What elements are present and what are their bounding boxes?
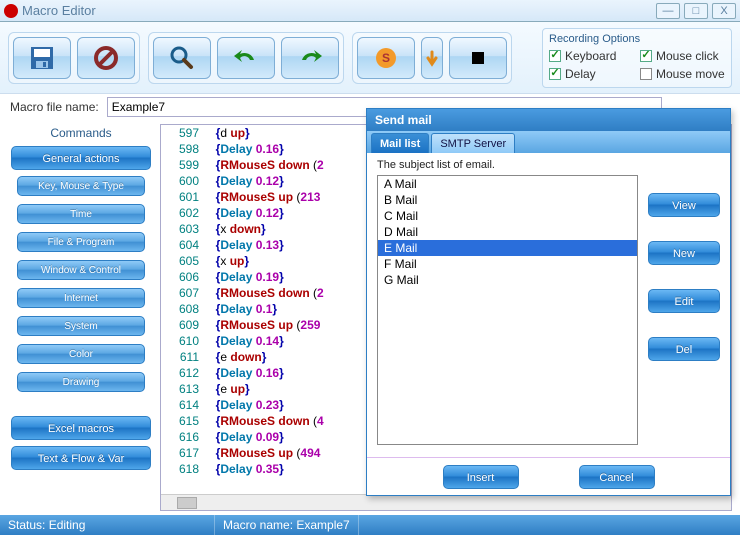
- app-icon: [4, 4, 18, 18]
- stop-button[interactable]: [449, 37, 507, 79]
- sidebar-item-window-control[interactable]: Window & Control: [17, 260, 145, 280]
- cancel-button[interactable]: [77, 37, 135, 79]
- list-item[interactable]: E Mail: [378, 240, 637, 256]
- insert-button[interactable]: Insert: [443, 465, 519, 489]
- tab-mail-list[interactable]: Mail list: [371, 133, 429, 153]
- recording-options: Recording Options ✓Keyboard ✓Mouse click…: [542, 28, 732, 88]
- checkbox-mouse-move[interactable]: ✓Mouse move: [640, 67, 725, 81]
- close-button[interactable]: X: [712, 3, 736, 19]
- sidebar-item-text-flow-var[interactable]: Text & Flow & Var: [11, 446, 151, 470]
- prohibit-icon: [92, 44, 120, 72]
- status-macro-name: Macro name: Example7: [215, 515, 359, 535]
- macro-file-label: Macro file name:: [10, 100, 99, 114]
- search-icon: [168, 44, 196, 72]
- stop-icon: [464, 44, 492, 72]
- view-button[interactable]: View: [648, 193, 720, 217]
- save-button[interactable]: [13, 37, 71, 79]
- search-button[interactable]: [153, 37, 211, 79]
- sidebar-heading: Commands: [8, 126, 154, 140]
- toolbar-record-group: S: [352, 32, 512, 84]
- redo-icon: [296, 44, 324, 72]
- checkbox-mouse-click[interactable]: ✓Mouse click: [640, 49, 725, 63]
- sidebar-item-excel-macros[interactable]: Excel macros: [11, 416, 151, 440]
- horizontal-scrollbar[interactable]: [161, 494, 731, 510]
- list-item[interactable]: F Mail: [378, 256, 637, 272]
- arrow-down-icon: [425, 44, 439, 72]
- list-item[interactable]: D Mail: [378, 224, 637, 240]
- sidebar-item-key-mouse-type[interactable]: Key, Mouse & Type: [17, 176, 145, 196]
- redo-button[interactable]: [281, 37, 339, 79]
- sidebar-item-color[interactable]: Color: [17, 344, 145, 364]
- list-item[interactable]: A Mail: [378, 176, 637, 192]
- record-button[interactable]: S: [357, 37, 415, 79]
- cancel-button[interactable]: Cancel: [579, 465, 655, 489]
- sidebar-item-drawing[interactable]: Drawing: [17, 372, 145, 392]
- svg-text:S: S: [382, 51, 390, 65]
- sidebar: Commands General actions Key, Mouse & Ty…: [0, 120, 160, 515]
- window-controls: — □ X: [656, 3, 736, 19]
- toolbar-file-group: [8, 32, 140, 84]
- send-mail-dialog: Send mail Mail list SMTP Server The subj…: [366, 108, 731, 496]
- status-left: Status: Editing: [0, 515, 215, 535]
- sidebar-item-system[interactable]: System: [17, 316, 145, 336]
- sidebar-item-time[interactable]: Time: [17, 204, 145, 224]
- edit-button[interactable]: Edit: [648, 289, 720, 313]
- recording-options-legend: Recording Options: [549, 33, 725, 45]
- dialog-title: Send mail: [367, 109, 730, 131]
- save-icon: [28, 44, 56, 72]
- del-button[interactable]: Del: [648, 337, 720, 361]
- scrollbar-thumb[interactable]: [177, 497, 197, 509]
- status-bar: Status: Editing Macro name: Example7: [0, 515, 740, 535]
- tab-smtp-server[interactable]: SMTP Server: [431, 133, 515, 153]
- mail-listbox[interactable]: A MailB MailC MailD MailE MailF MailG Ma…: [377, 175, 638, 445]
- toolbar-tools-group: [148, 32, 344, 84]
- undo-icon: [232, 44, 260, 72]
- dialog-subject-label: The subject list of email.: [377, 159, 638, 171]
- checkbox-keyboard[interactable]: ✓Keyboard: [549, 49, 634, 63]
- list-item[interactable]: B Mail: [378, 192, 637, 208]
- dialog-tabs: Mail list SMTP Server: [367, 131, 730, 153]
- record-dropdown[interactable]: [421, 37, 443, 79]
- app-title: Macro Editor: [22, 3, 96, 18]
- checkbox-delay[interactable]: ✓Delay: [549, 67, 634, 81]
- new-button[interactable]: New: [648, 241, 720, 265]
- list-item[interactable]: C Mail: [378, 208, 637, 224]
- undo-button[interactable]: [217, 37, 275, 79]
- maximize-button[interactable]: □: [684, 3, 708, 19]
- title-bar: Macro Editor — □ X: [0, 0, 740, 22]
- sidebar-item-general-actions[interactable]: General actions: [11, 146, 151, 170]
- record-icon: S: [372, 44, 400, 72]
- sidebar-item-file-program[interactable]: File & Program: [17, 232, 145, 252]
- minimize-button[interactable]: —: [656, 3, 680, 19]
- list-item[interactable]: G Mail: [378, 272, 637, 288]
- sidebar-item-internet[interactable]: Internet: [17, 288, 145, 308]
- toolbar: S Recording Options ✓Keyboard ✓Mouse cli…: [0, 22, 740, 94]
